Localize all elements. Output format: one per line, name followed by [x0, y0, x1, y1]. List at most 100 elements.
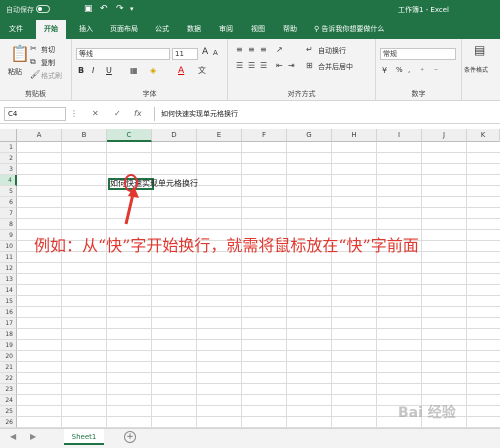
cancel-button[interactable]: ✕ — [92, 107, 99, 121]
row-header[interactable]: 20 — [0, 351, 17, 362]
tab-data[interactable]: 数据 — [182, 20, 206, 39]
align-left-icon[interactable]: ☰ — [236, 61, 243, 71]
number-format-select[interactable]: 常规 — [380, 48, 456, 60]
row-header[interactable]: 3 — [0, 164, 17, 175]
column-header[interactable]: I — [377, 129, 422, 142]
cut-button[interactable]: 剪切 — [41, 45, 55, 55]
accounting-format-icon[interactable]: ¥ — [382, 66, 387, 76]
format-painter-icon[interactable]: 🖌 — [30, 70, 40, 80]
paste-button[interactable]: 粘贴 — [8, 67, 22, 77]
column-header[interactable]: J — [422, 129, 467, 142]
grow-font-button[interactable]: A — [202, 47, 208, 57]
tab-page-layout[interactable]: 页面布局 — [104, 20, 144, 39]
cell-area[interactable] — [17, 142, 500, 432]
copy-button[interactable]: 复制 — [41, 58, 55, 68]
fill-color-icon[interactable]: ◈ — [150, 66, 156, 76]
sheet-tab-sheet1[interactable]: Sheet1 — [64, 429, 104, 445]
conditional-format-icon[interactable]: ▤ — [474, 44, 485, 56]
column-header[interactable]: H — [332, 129, 377, 142]
redo-icon[interactable]: ↷ — [116, 4, 124, 15]
format-painter-button[interactable]: 格式刷 — [41, 71, 62, 81]
row-header[interactable]: 9 — [0, 230, 17, 241]
autosave-toggle[interactable] — [36, 5, 50, 13]
undo-icon[interactable]: ↶ — [100, 4, 108, 15]
customize-qat-icon[interactable]: ▾ — [130, 4, 134, 15]
column-header[interactable]: F — [242, 129, 287, 142]
tab-formulas[interactable]: 公式 — [150, 20, 174, 39]
insert-function-button[interactable]: fx — [134, 107, 142, 121]
font-color-button[interactable]: A — [178, 66, 184, 76]
bold-button[interactable]: B — [78, 66, 84, 75]
paste-icon[interactable]: 📋 — [10, 45, 30, 63]
tab-home[interactable]: 开始 — [36, 20, 66, 39]
row-header[interactable]: 19 — [0, 340, 17, 351]
row-header[interactable]: 5 — [0, 186, 17, 197]
align-top-icon[interactable]: ≡ — [236, 45, 243, 55]
row-header[interactable]: 21 — [0, 362, 17, 373]
row-header-selected[interactable]: 4 — [0, 175, 17, 186]
cut-icon[interactable]: ✂ — [30, 44, 37, 54]
shrink-font-button[interactable]: A — [213, 49, 218, 57]
italic-button[interactable]: I — [92, 66, 94, 75]
column-header[interactable]: B — [62, 129, 107, 142]
column-header[interactable]: K — [467, 129, 500, 142]
enter-button[interactable]: ✓ — [114, 107, 121, 121]
tab-review[interactable]: 审阅 — [214, 20, 238, 39]
column-header-selected[interactable]: C — [107, 129, 152, 142]
row-header[interactable]: 25 — [0, 406, 17, 417]
underline-button[interactable]: U — [106, 66, 112, 75]
prev-sheet-icon[interactable]: ◀ — [10, 432, 16, 441]
tab-insert[interactable]: 插入 — [74, 20, 98, 39]
row-header[interactable]: 11 — [0, 252, 17, 263]
increase-indent-icon[interactable]: ⇥ — [288, 61, 295, 71]
column-header[interactable]: E — [197, 129, 242, 142]
row-header[interactable]: 7 — [0, 208, 17, 219]
row-header[interactable]: 14 — [0, 285, 17, 296]
row-header[interactable]: 22 — [0, 373, 17, 384]
tab-file[interactable]: 文件 — [4, 20, 28, 39]
column-header[interactable]: D — [152, 129, 197, 142]
row-header[interactable]: 2 — [0, 153, 17, 164]
row-header[interactable]: 1 — [0, 142, 17, 153]
tab-view[interactable]: 视图 — [246, 20, 270, 39]
column-header[interactable]: G — [287, 129, 332, 142]
namebox-options-icon[interactable]: ⋮ — [70, 107, 78, 121]
row-header[interactable]: 18 — [0, 329, 17, 340]
wrap-text-button[interactable]: 自动换行 — [318, 46, 346, 56]
row-header[interactable]: 17 — [0, 318, 17, 329]
row-header[interactable]: 13 — [0, 274, 17, 285]
borders-icon[interactable]: ▦ — [130, 66, 138, 76]
decrease-decimal-icon[interactable]: ⁻ — [434, 66, 438, 76]
align-middle-icon[interactable]: ≡ — [248, 45, 255, 55]
phonetic-icon[interactable]: 文 — [198, 66, 206, 76]
row-header[interactable]: 26 — [0, 417, 17, 428]
row-header[interactable]: 15 — [0, 296, 17, 307]
copy-icon[interactable]: ⧉ — [30, 57, 36, 67]
decrease-indent-icon[interactable]: ⇤ — [276, 61, 283, 71]
formula-input[interactable]: 如何快速实现单元格换行 — [154, 107, 500, 121]
merge-center-icon[interactable]: ⊞ — [306, 61, 313, 71]
align-right-icon[interactable]: ☰ — [260, 61, 267, 71]
tab-help[interactable]: 帮助 — [278, 20, 302, 39]
align-bottom-icon[interactable]: ≡ — [260, 45, 267, 55]
comma-button[interactable]: , — [408, 66, 410, 74]
row-header[interactable]: 12 — [0, 263, 17, 274]
select-all-button[interactable] — [0, 129, 17, 142]
percent-button[interactable]: % — [396, 66, 403, 74]
increase-decimal-icon[interactable]: ⁺ — [420, 66, 424, 76]
row-header[interactable]: 10 — [0, 241, 17, 252]
row-header[interactable]: 8 — [0, 219, 17, 230]
conditional-format-button[interactable]: 条件格式 — [464, 65, 488, 74]
wrap-text-icon[interactable]: ↵ — [306, 45, 313, 55]
column-header[interactable]: A — [17, 129, 62, 142]
row-header[interactable]: 24 — [0, 395, 17, 406]
row-header[interactable]: 16 — [0, 307, 17, 318]
font-name-select[interactable]: 等线 — [76, 48, 170, 60]
tell-me-search[interactable]: ⚲ 告诉我你想要做什么 — [314, 20, 384, 39]
add-sheet-icon[interactable]: + — [124, 431, 136, 443]
save-icon[interactable]: ▣ — [84, 4, 93, 15]
align-center-icon[interactable]: ☰ — [248, 61, 255, 71]
merge-center-button[interactable]: 合并后居中 — [318, 62, 353, 72]
font-size-select[interactable]: 11 — [172, 48, 198, 60]
row-header[interactable]: 6 — [0, 197, 17, 208]
